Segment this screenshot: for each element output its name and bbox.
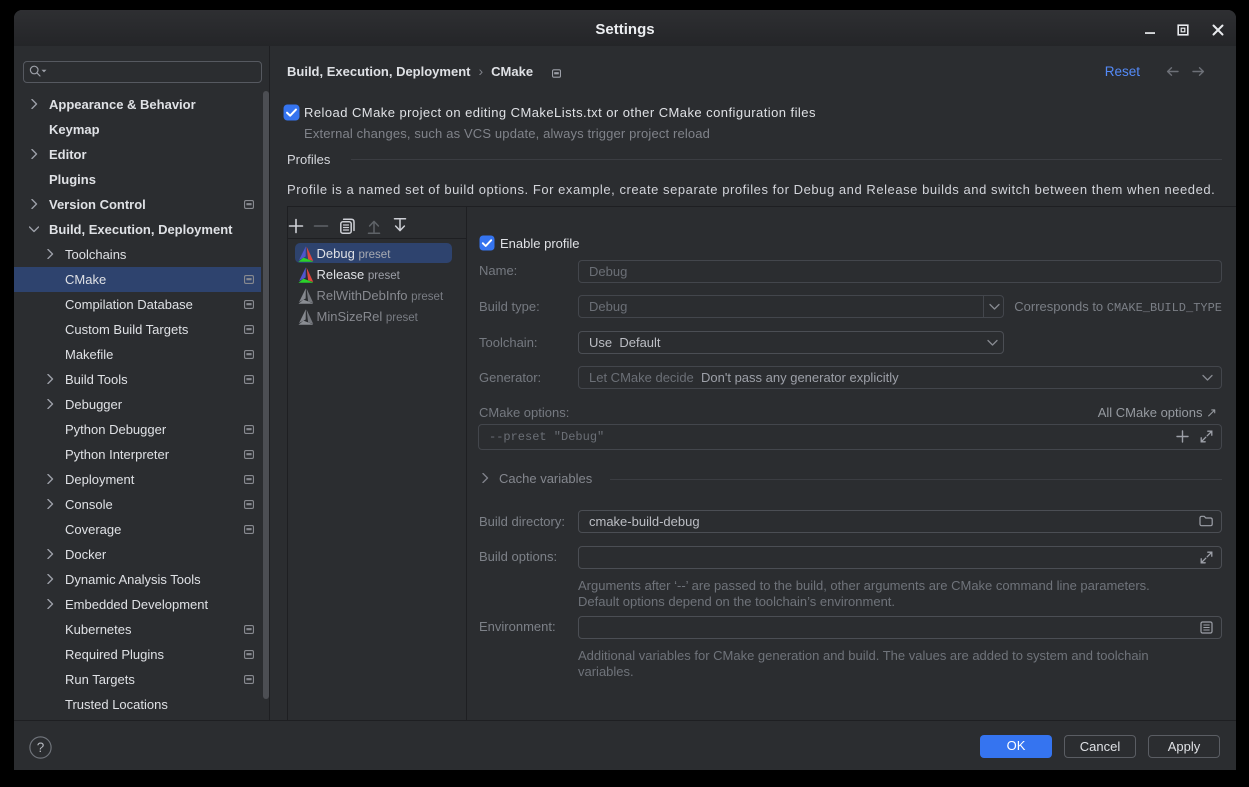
svg-text:?: ? [37, 740, 45, 755]
